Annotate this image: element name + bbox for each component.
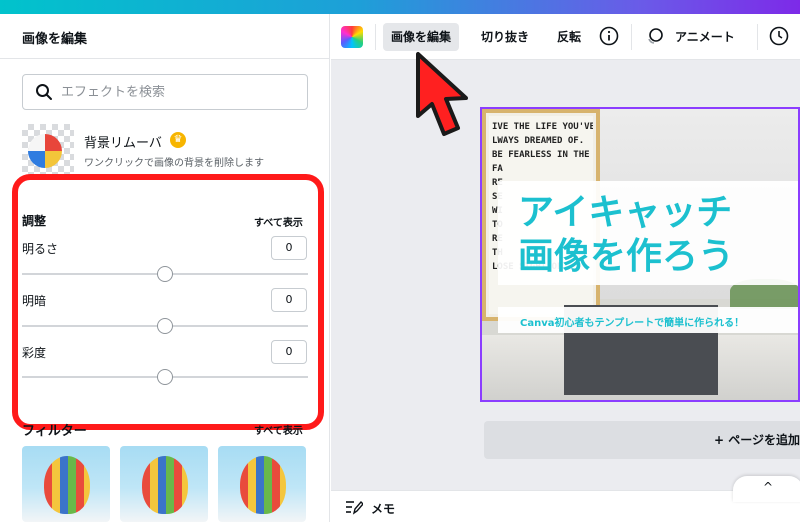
- info-icon[interactable]: [599, 26, 619, 46]
- brightness-value-input[interactable]: 0: [271, 236, 307, 260]
- toolbar-divider: [757, 24, 758, 50]
- headline-line-2: 画像を作ろう: [518, 236, 735, 277]
- toolbar-divider: [631, 24, 632, 50]
- adjust-title: 調整: [22, 214, 47, 228]
- expand-pages-button[interactable]: ^: [733, 476, 800, 502]
- color-palette-icon[interactable]: [341, 26, 363, 48]
- contrast-label: 明暗: [22, 294, 47, 308]
- flip-button[interactable]: 反転: [549, 23, 589, 51]
- memo-icon: [346, 500, 363, 515]
- filter-thumbnail[interactable]: [218, 446, 306, 522]
- filter-thumbnails: [22, 446, 312, 522]
- filter-thumbnail[interactable]: [120, 446, 208, 522]
- pointer-arrow-icon: [416, 52, 468, 136]
- effects-search-input[interactable]: [61, 84, 291, 100]
- design-page[interactable]: IVE THE LIFE YOU'VE LWAYS DREAMED OF. BE…: [480, 107, 800, 402]
- panel-title: 画像を編集: [22, 32, 88, 47]
- crop-button[interactable]: 切り抜き: [473, 23, 537, 51]
- toolbar-divider: [375, 24, 376, 50]
- bottom-bar: メモ: [331, 490, 800, 522]
- saturation-slider-handle[interactable]: [157, 369, 173, 385]
- background-remover-name: 背景リムーバ: [84, 136, 162, 151]
- contrast-value-input[interactable]: 0: [271, 288, 307, 312]
- animate-icon: [648, 28, 663, 44]
- filters-title: フィルター: [22, 424, 87, 439]
- background-remover-item[interactable]: 背景リムーバ ♛ ワンクリックで画像の背景を削除します: [22, 124, 322, 178]
- memo-button[interactable]: メモ: [371, 500, 395, 517]
- filters-see-all-link[interactable]: すべて表示: [254, 422, 303, 437]
- headline-text[interactable]: アイキャッチ 画像を作ろう: [518, 191, 734, 279]
- headline-line-1: アイキャッチ: [518, 192, 733, 233]
- editor-toolbar: 画像を編集 切り抜き 反転 アニメート: [331, 14, 800, 60]
- hot-air-balloon-image: [44, 456, 90, 514]
- background-remover-thumbnail: [22, 124, 74, 176]
- background-remover-description: ワンクリックで画像の背景を削除します: [84, 158, 264, 169]
- saturation-label: 彩度: [22, 346, 47, 360]
- filter-thumbnail[interactable]: [22, 446, 110, 522]
- animate-button[interactable]: アニメート: [667, 23, 743, 51]
- add-page-button[interactable]: + ページを追加: [484, 421, 800, 459]
- subline-text[interactable]: Canva初心者もテンプレートで簡単に作られる！: [520, 314, 744, 329]
- adjust-see-all-link[interactable]: すべて表示: [254, 214, 303, 229]
- hot-air-balloon-image: [240, 456, 286, 514]
- hot-air-balloon-image: [142, 456, 188, 514]
- top-gradient-bar: [0, 0, 800, 14]
- crown-icon: ♛: [170, 132, 186, 148]
- brightness-label: 明るさ: [22, 242, 59, 256]
- panel-divider: [0, 58, 329, 59]
- search-icon: [36, 84, 52, 100]
- edit-image-panel: 画像を編集 背景リムーバ ♛ ワンクリックで画像の背景を削除します 調整 すべて…: [0, 14, 330, 522]
- saturation-value-input[interactable]: 0: [271, 340, 307, 364]
- effects-search-box[interactable]: [22, 74, 308, 110]
- contrast-slider-handle[interactable]: [157, 318, 173, 334]
- beach-ball-image: [28, 134, 62, 168]
- brightness-slider-handle[interactable]: [157, 266, 173, 282]
- edit-image-button[interactable]: 画像を編集: [383, 23, 460, 51]
- clock-icon[interactable]: [769, 26, 789, 46]
